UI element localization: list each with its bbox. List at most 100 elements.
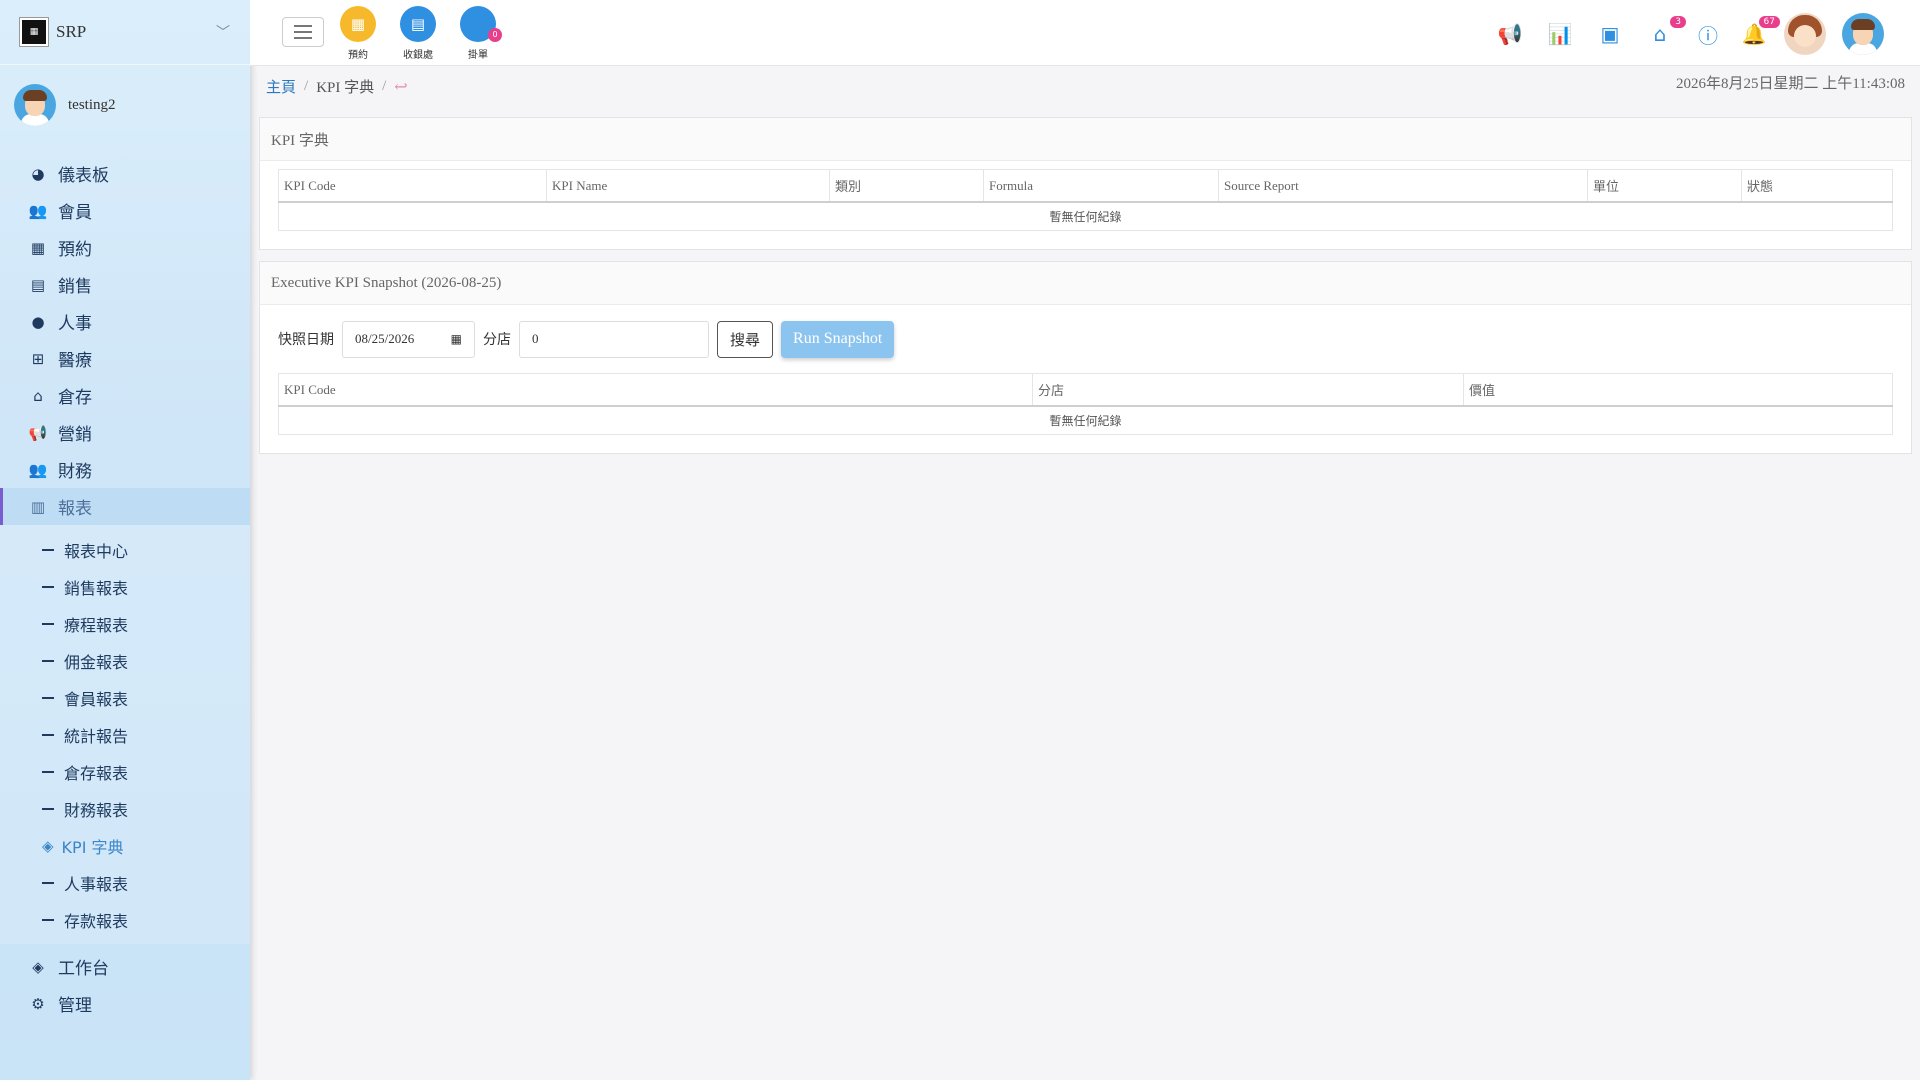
subnav-item-commission-report[interactable]: 佣金報表 <box>0 642 250 679</box>
date-value: 08/25/2026 <box>355 331 415 346</box>
chevron-down-icon[interactable]: ﹀ <box>216 22 230 42</box>
sidebar-item-label: 財務 <box>58 462 92 482</box>
quick-pending-button[interactable]: 0 掛單 <box>453 6 503 61</box>
sidebar-item-finance[interactable]: 👥 財務 <box>0 451 250 488</box>
sidebar-item-label: 營銷 <box>58 425 92 445</box>
column-header[interactable]: 單位 <box>1587 169 1742 203</box>
layers-icon: ◈ <box>42 836 54 855</box>
avatar-girl[interactable] <box>1784 13 1826 55</box>
dash-icon <box>42 733 54 736</box>
calendar-icon: ▦ <box>30 238 46 257</box>
sidebar-item-label: 儀表板 <box>58 166 109 186</box>
sidebar-item-label: 倉存 <box>58 388 92 408</box>
bar-chart-icon[interactable]: 📊 <box>1546 20 1574 48</box>
kpi-snapshot-table: KPI Code 分店 價值 暫無任何紀錄 <box>278 373 1893 435</box>
dash-icon <box>42 659 54 662</box>
brand-name: SRP <box>56 22 87 41</box>
top-header: ▦ 預約 ▤ 收銀處 0 掛單 📢 📊 ▣ ⌂ 3 ⓘ 🔔 67 <box>250 0 1920 66</box>
brand-logo: ▦ <box>19 17 49 47</box>
dash-icon <box>42 918 54 921</box>
subnav-item-label: 存款報表 <box>64 911 129 931</box>
sidebar-item-label: 人事 <box>58 314 92 334</box>
sidebar-item-workbench[interactable]: ◈ 工作台 <box>0 948 250 985</box>
megaphone-icon[interactable]: 📢 <box>1496 20 1524 48</box>
subnav-item-statistics-report[interactable]: 統計報告 <box>0 716 250 753</box>
kpi-dictionary-table: KPI Code KPI Name 類別 Formula Source Repo… <box>278 169 1893 231</box>
dash-icon <box>42 548 54 551</box>
subnav-item-treatment-report[interactable]: 療程報表 <box>0 605 250 642</box>
kpi-dictionary-card: KPI 字典 KPI Code KPI Name 類別 Formula Sour… <box>259 117 1912 250</box>
sidebar-item-sales[interactable]: ▤ 銷售 <box>0 266 250 303</box>
dash-icon <box>42 585 54 588</box>
quick-cashier-button[interactable]: ▤ 收銀處 <box>393 6 443 61</box>
subnav-item-sales-report[interactable]: 銷售報表 <box>0 568 250 605</box>
breadcrumb-separator: / <box>382 78 387 94</box>
reply-back-icon[interactable]: ↩ <box>394 77 407 97</box>
column-header[interactable]: KPI Code <box>278 169 547 203</box>
sidebar-item-booking[interactable]: ▦ 預約 <box>0 229 250 266</box>
cake-icon[interactable]: ⌂ 3 <box>1646 16 1686 48</box>
snapshot-date-input[interactable]: 08/25/2026 ▦ <box>342 320 475 358</box>
calendar-icon[interactable]: ▦ <box>451 332 462 346</box>
sidebar-item-members[interactable]: 👥 會員 <box>0 192 250 229</box>
subnav-item-label: 財務報表 <box>64 800 129 820</box>
user-profile[interactable]: testing2 <box>0 65 250 145</box>
column-header[interactable]: Formula <box>983 169 1219 203</box>
quick-label: 收銀處 <box>403 50 433 61</box>
column-header[interactable]: 價值 <box>1463 373 1893 407</box>
info-icon[interactable]: ⓘ <box>1694 20 1722 48</box>
breadcrumb-home-link[interactable]: 主頁 <box>266 76 296 97</box>
column-header[interactable]: 狀態 <box>1741 169 1893 203</box>
table-row: 暫無任何紀錄 <box>278 201 1893 231</box>
sidebar-item-inventory[interactable]: ⌂ 倉存 <box>0 377 250 414</box>
branch-input[interactable]: 0 <box>519 320 709 358</box>
subnav-item-finance-report[interactable]: 財務報表 <box>0 790 250 827</box>
subnav-item-label: 倉存報表 <box>64 763 129 783</box>
search-button[interactable]: 搜尋 <box>717 320 774 358</box>
subnav-item-hr-report[interactable]: 人事報表 <box>0 864 250 901</box>
subnav-item-deposit-report[interactable]: 存款報表 <box>0 901 250 938</box>
column-header[interactable]: 類別 <box>829 169 984 203</box>
dash-icon <box>42 807 54 810</box>
sidebar-item-reports[interactable]: ▥ 報表 <box>0 488 250 525</box>
qr-code-icon[interactable]: ▣ <box>1596 20 1624 48</box>
sidebar-item-label: 預約 <box>58 240 92 260</box>
column-header[interactable]: 分店 <box>1032 373 1464 407</box>
medical-icon: ⊞ <box>31 349 45 368</box>
subnav-item-label: KPI 字典 <box>61 837 124 857</box>
users-icon: 👥 <box>28 201 48 220</box>
subnav-item-kpi-dictionary[interactable]: ◈ KPI 字典 <box>0 827 250 864</box>
subnav-item-report-center[interactable]: 報表中心 <box>0 531 250 568</box>
layers-icon: ◈ <box>32 957 44 976</box>
sidebar-item-admin[interactable]: ⚙ 管理 <box>0 985 250 1022</box>
column-header[interactable]: KPI Code <box>278 373 1033 407</box>
breadcrumb-current: KPI 字典 <box>316 80 375 96</box>
quick-booking-button[interactable]: ▦ 預約 <box>333 6 383 61</box>
brand-switcher[interactable]: ▦ SRP ﹀ <box>0 0 250 65</box>
subnav-item-label: 療程報表 <box>64 615 129 635</box>
card-title: Executive KPI Snapshot (2026-08-25) <box>260 262 1911 305</box>
bell-icon[interactable]: 🔔 67 <box>1740 16 1780 48</box>
sidebar-item-hr[interactable]: ● 人事 <box>0 303 250 340</box>
sidebar-item-dashboard[interactable]: ◕ 儀表板 <box>0 155 250 192</box>
column-header[interactable]: KPI Name <box>546 169 830 203</box>
sidebar-item-medical[interactable]: ⊞ 醫療 <box>0 340 250 377</box>
subnav-item-inventory-report[interactable]: 倉存報表 <box>0 753 250 790</box>
sidebar-item-marketing[interactable]: 📢 營銷 <box>0 414 250 451</box>
pending-order-icon: 0 <box>460 6 502 42</box>
avatar[interactable] <box>1842 13 1884 55</box>
users-icon: 👥 <box>28 460 48 479</box>
menu-toggle-button[interactable] <box>282 17 324 47</box>
sidebar-item-label: 報表 <box>58 499 92 519</box>
sidebar-item-label: 會員 <box>58 203 92 223</box>
empty-message: 暫無任何紀錄 <box>278 201 1893 231</box>
breadcrumb-separator: / <box>304 78 309 94</box>
breadcrumb: 主頁 / KPI 字典 / ↩ <box>266 76 408 97</box>
run-snapshot-button[interactable]: Run Snapshot <box>781 320 895 358</box>
gear-icon: ⚙ <box>31 994 45 1013</box>
subnav-item-member-report[interactable]: 會員報表 <box>0 679 250 716</box>
sidebar-item-label: 工作台 <box>58 959 109 979</box>
cake-badge: 3 <box>1670 16 1686 28</box>
column-header[interactable]: Source Report <box>1218 169 1588 203</box>
subnav-item-label: 會員報表 <box>64 689 129 709</box>
